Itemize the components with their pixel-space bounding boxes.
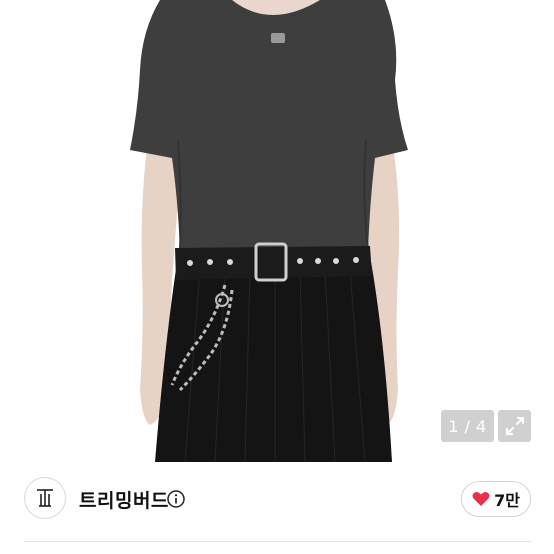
seller-name[interactable]: 트리밍버드 (79, 486, 169, 513)
divider (24, 541, 531, 542)
like-count: 7만 (494, 491, 520, 510)
expand-button[interactable] (498, 410, 531, 442)
heart-icon (472, 492, 490, 506)
seller-logo[interactable] (24, 477, 66, 519)
like-button[interactable]: 7만 (461, 481, 531, 517)
info-icon (167, 490, 185, 508)
expand-icon (505, 417, 524, 435)
seller-info-button[interactable] (167, 490, 185, 508)
product-photo-svg (130, 0, 408, 462)
product-image[interactable] (0, 0, 554, 462)
brand-logo-icon (37, 489, 53, 507)
image-counter: 1 / 4 (441, 410, 494, 442)
